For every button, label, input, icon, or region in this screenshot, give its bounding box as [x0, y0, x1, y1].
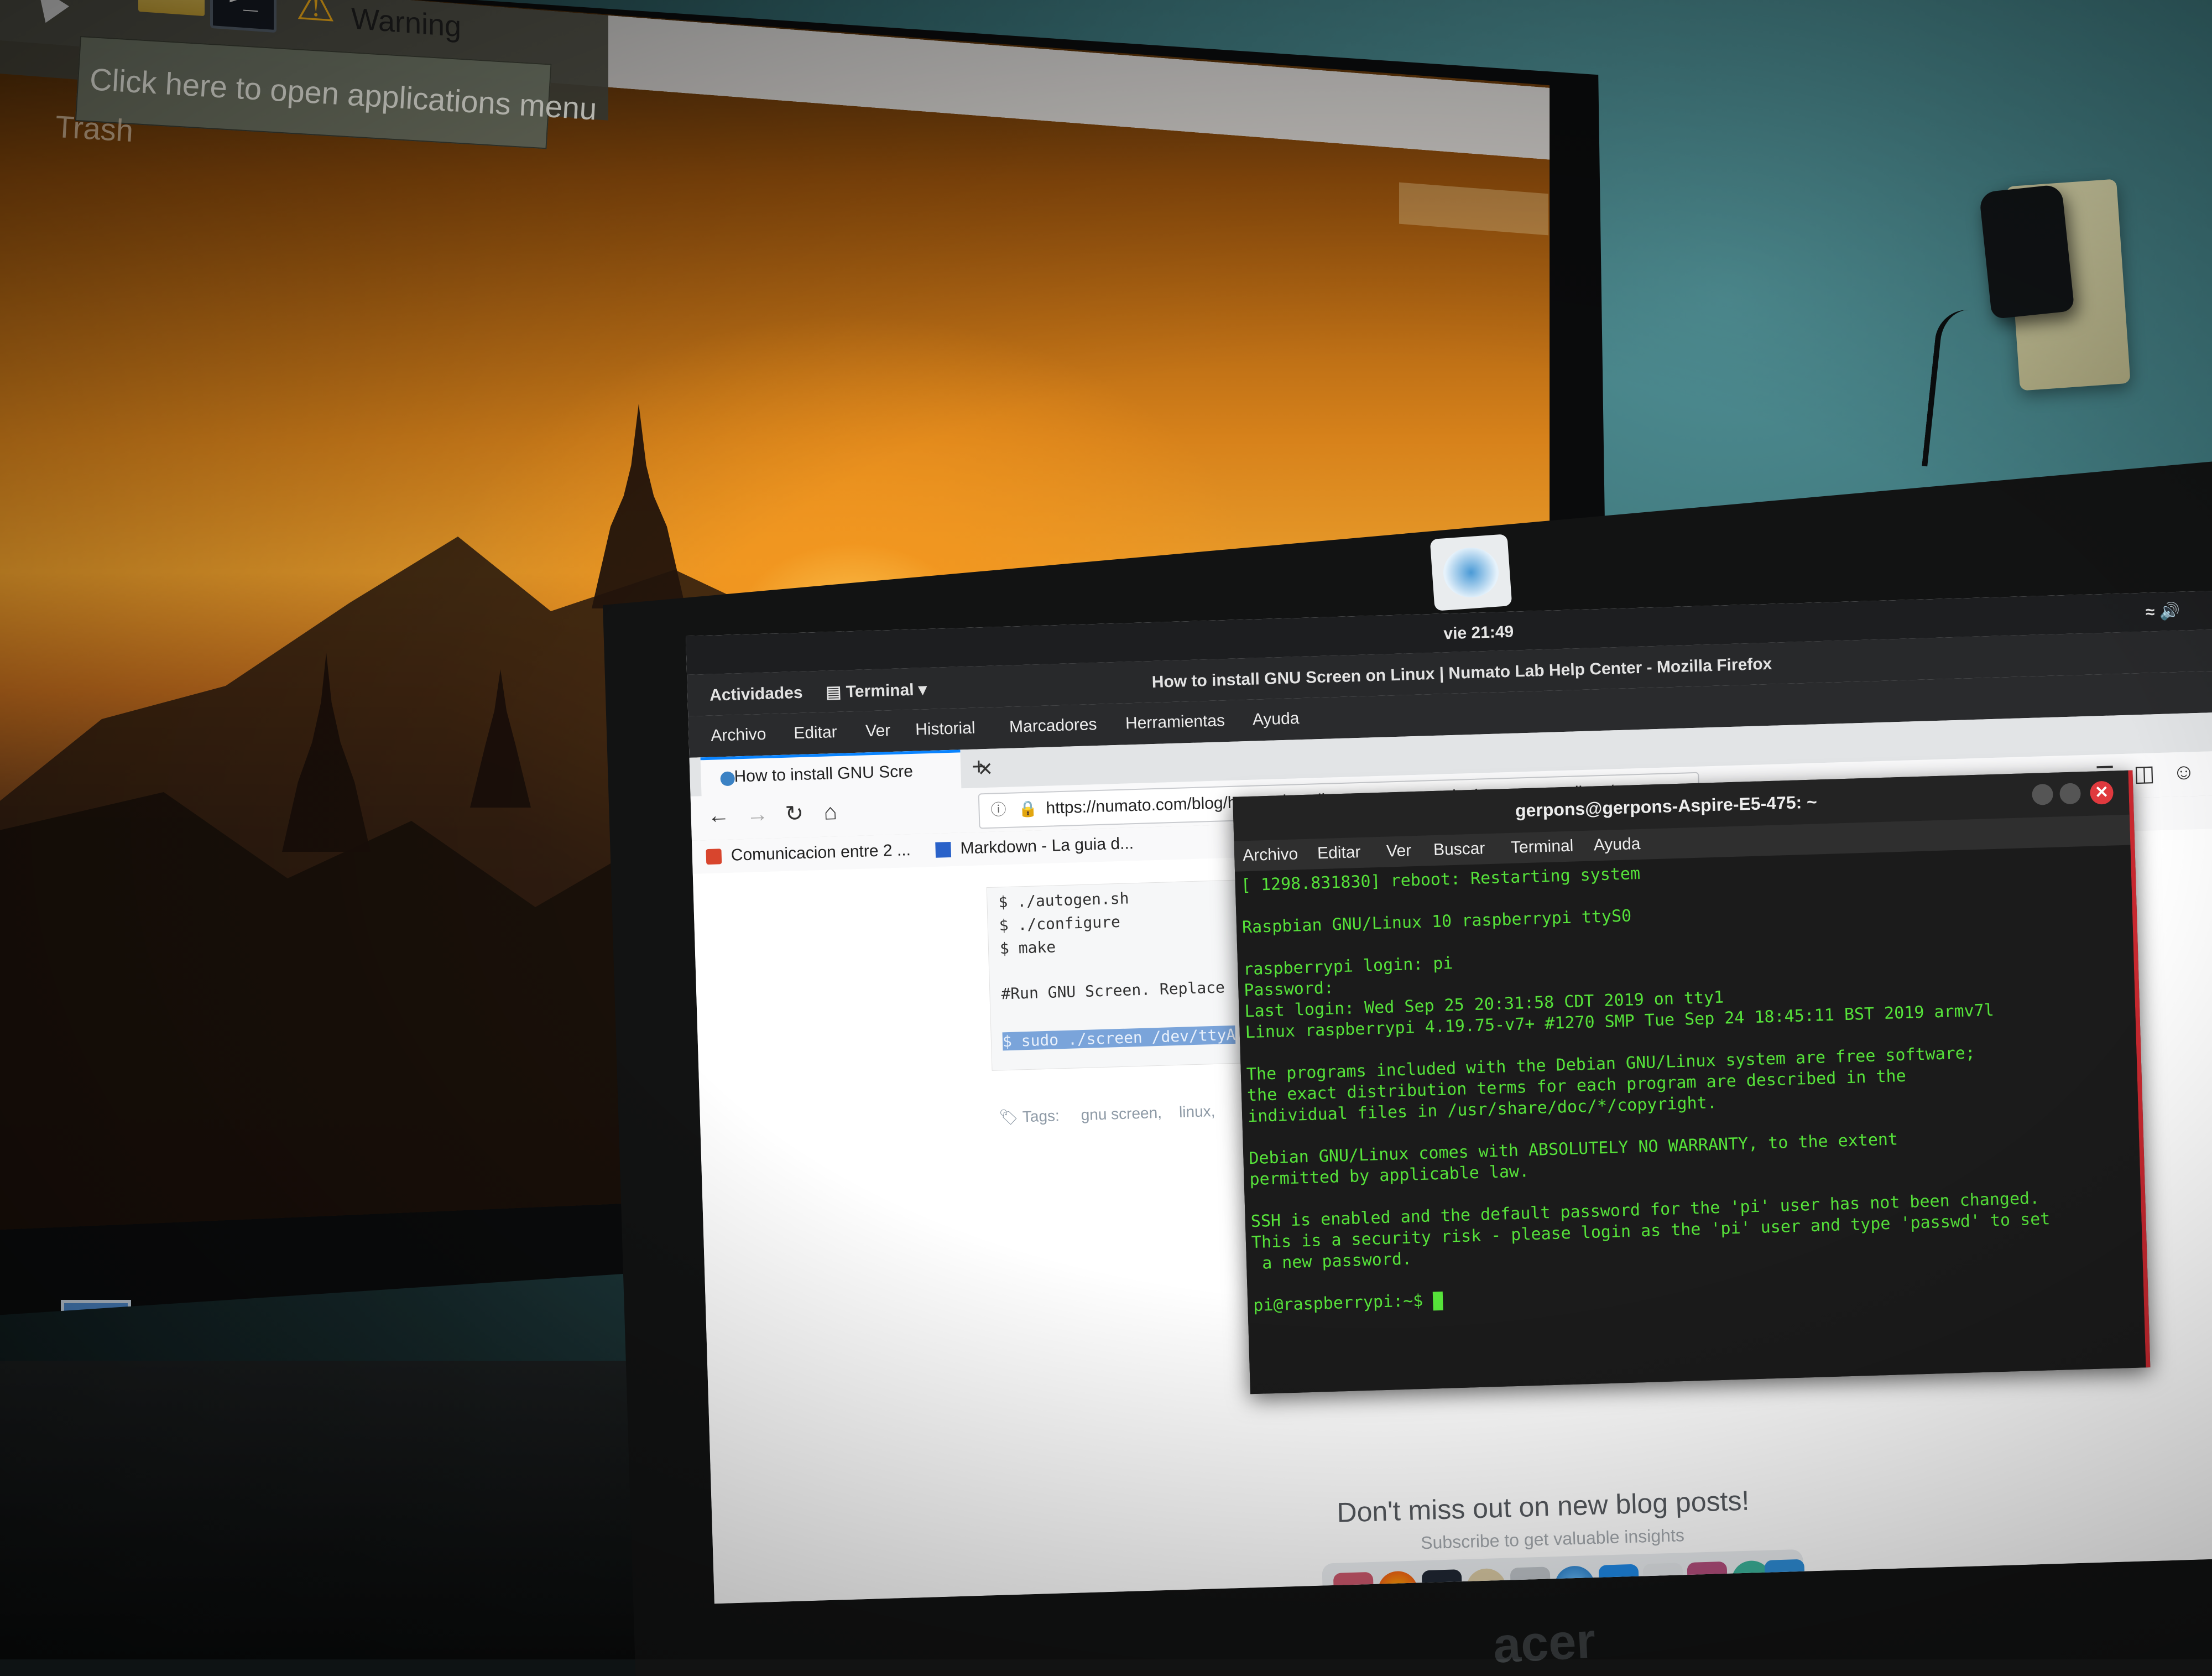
- trash-desktop-label[interactable]: Trash: [54, 108, 134, 149]
- code-block: $ ./autogen.sh $ ./configure $ make #Run…: [986, 879, 1248, 1071]
- app-menu-label: Terminal: [846, 680, 915, 701]
- menu-historial[interactable]: Historial: [915, 719, 975, 740]
- laptop-screen: vie 21:49 ≈ 🔊 Actividades ▤ Terminal ▾ H…: [686, 590, 2212, 1604]
- terminal-output[interactable]: [ 1298.831830] reboot: Restarting system…: [1235, 845, 2146, 1394]
- terminal-prompt-line[interactable]: pi@raspberrypi:~$: [1253, 1290, 1443, 1316]
- tags-label: Tags:: [1022, 1107, 1060, 1126]
- terminal-title: gerpons@gerpons-Aspire-E5-475: ~: [1515, 792, 1818, 821]
- tags-row: 🏷 Tags: gnu screen, linux,: [999, 1102, 1215, 1127]
- tab-favicon-icon: [720, 771, 735, 787]
- tag-icon: 🏷: [998, 1108, 1023, 1126]
- code-line: $ make: [999, 938, 1056, 958]
- forward-arrow-icon[interactable]: →: [746, 802, 769, 827]
- home-icon[interactable]: ⌂: [823, 800, 837, 825]
- bookmark-favicon-icon: [935, 841, 952, 858]
- wallpaper-pagoda: [592, 404, 686, 608]
- sidebar-icon[interactable]: ◫: [2133, 761, 2155, 787]
- term-menu-buscar[interactable]: Buscar: [1433, 839, 1485, 860]
- code-line: $ ./configure: [999, 912, 1121, 935]
- code-line: #Run GNU Screen. Replace: [1000, 978, 1225, 1003]
- terminal-icon[interactable]: >_: [210, 0, 276, 33]
- maximize-button[interactable]: [2059, 783, 2081, 805]
- warning-icon[interactable]: ⚠: [296, 0, 346, 32]
- terminal-window[interactable]: gerpons@gerpons-Aspire-E5-475: ~ ✕ Archi…: [1233, 770, 2151, 1394]
- term-menu-terminal[interactable]: Terminal: [1511, 837, 1574, 857]
- terminal-app-icon: ▤: [825, 683, 847, 702]
- close-button[interactable]: ✕: [2089, 780, 2114, 805]
- terminal-line: raspberrypi login: pi: [1243, 954, 1453, 980]
- tab-title: How to install GNU Scre: [734, 762, 914, 786]
- menu-marcadores[interactable]: Marcadores: [1009, 715, 1097, 737]
- back-arrow-icon[interactable]: ←: [707, 803, 730, 829]
- system-status-icons[interactable]: ≈ 🔊: [2145, 602, 2180, 622]
- tag-link[interactable]: linux,: [1179, 1102, 1215, 1121]
- bookmark-favicon-icon: [706, 849, 722, 865]
- info-shield-icon[interactable]: ⓘ: [990, 794, 1007, 826]
- term-menu-editar[interactable]: Editar: [1317, 843, 1361, 863]
- laptop-sticker-logo: [1443, 548, 1499, 597]
- blog-cta-subtitle: Subscribe to get valuable insights: [1420, 1525, 1685, 1553]
- term-menu-ver[interactable]: Ver: [1386, 841, 1412, 861]
- bookmark-markdown[interactable]: Markdown - La guia d...: [960, 834, 1134, 858]
- lock-icon[interactable]: 🔒: [1018, 793, 1039, 825]
- new-tab-button[interactable]: +: [971, 749, 987, 785]
- activities-button[interactable]: Actividades: [709, 684, 803, 705]
- clock[interactable]: vie 21:49: [1443, 623, 1514, 644]
- menu-herramientas[interactable]: Herramientas: [1125, 711, 1225, 733]
- reload-icon[interactable]: ↻: [785, 801, 804, 827]
- term-menu-ayuda[interactable]: Ayuda: [1593, 835, 1641, 855]
- blog-cta-heading: Don't miss out on new blog posts!: [1336, 1485, 1750, 1528]
- pi-system-tray: [1399, 182, 1548, 236]
- code-line-selected: $ sudo ./screen /dev/ttyA: [1002, 1025, 1236, 1051]
- menu-ayuda[interactable]: Ayuda: [1252, 709, 1300, 729]
- account-icon[interactable]: ☺: [2172, 759, 2195, 785]
- term-menu-archivo[interactable]: Archivo: [1243, 845, 1298, 865]
- terminal-line: Raspbian GNU/Linux 10 raspberrypi ttyS0: [1241, 906, 1632, 938]
- menu-editar[interactable]: Editar: [794, 723, 837, 743]
- menu-archivo[interactable]: Archivo: [711, 725, 766, 746]
- code-line: $ ./autogen.sh: [998, 889, 1129, 912]
- terminal-prompt: pi@raspberrypi:~$: [1253, 1290, 1433, 1316]
- minimize-button[interactable]: [2032, 783, 2054, 805]
- text-cursor: [1432, 1291, 1443, 1310]
- tag-link[interactable]: gnu screen,: [1081, 1104, 1162, 1123]
- laptop-brand-logo: acer: [1491, 1613, 1597, 1674]
- power-adapter: [1979, 184, 2075, 320]
- chevron-down-icon: ▾: [914, 680, 927, 699]
- app-menu-terminal[interactable]: ▤ Terminal ▾: [826, 680, 927, 702]
- terminal-line: a new password.: [1251, 1249, 1412, 1274]
- terminal-line: Debian GNU/Linux comes with ABSOLUTELY N…: [1248, 1130, 1898, 1169]
- terminal-line: Password:: [1243, 978, 1334, 1001]
- bookmark-comunicacion[interactable]: Comunicacion entre 2 ...: [731, 841, 911, 865]
- menu-ver[interactable]: Ver: [865, 721, 891, 741]
